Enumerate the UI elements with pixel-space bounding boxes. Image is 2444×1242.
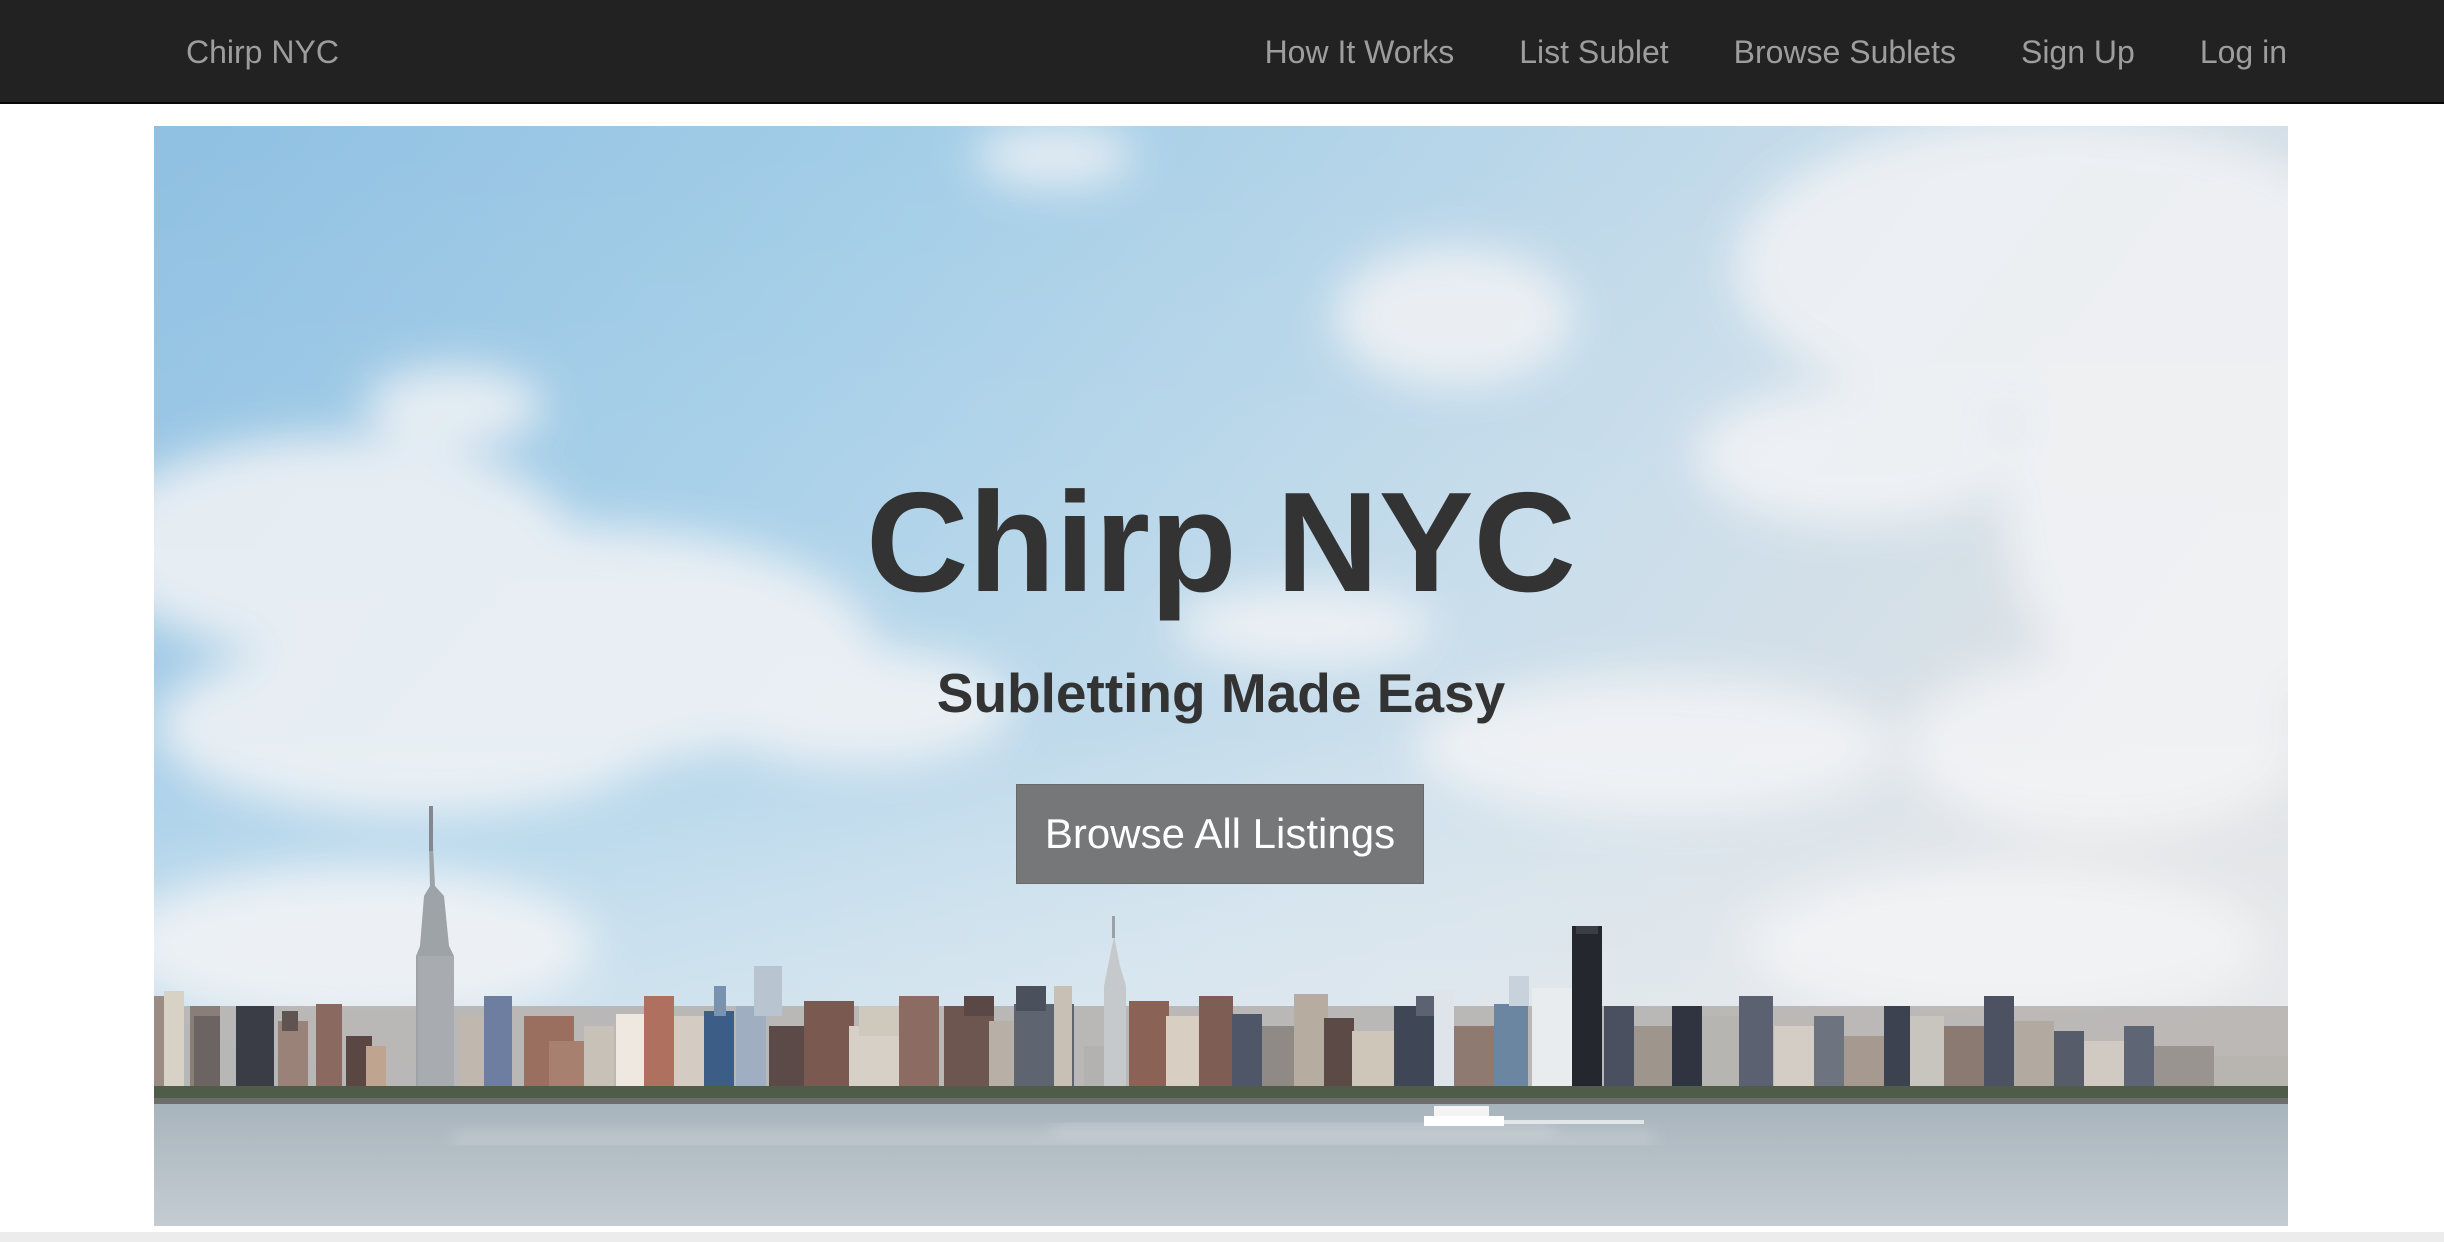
hero-section: Chirp NYC Subletting Made Easy Browse Al… [154, 126, 2288, 1226]
nav-link-sign-up[interactable]: Sign Up [2021, 30, 2135, 74]
browse-all-listings-button[interactable]: Browse All Listings [1016, 784, 1424, 884]
hero-content: Chirp NYC Subletting Made Easy Browse Al… [154, 126, 2288, 1226]
nav-link-log-in[interactable]: Log in [2200, 30, 2287, 74]
navbar: Chirp NYC How It Works List Sublet Brows… [0, 0, 2444, 104]
nav-links: How It Works List Sublet Browse Sublets … [1265, 30, 2287, 74]
hero-title: Chirp NYC [866, 463, 1576, 622]
nav-link-browse-sublets[interactable]: Browse Sublets [1734, 30, 1956, 74]
hero-subtitle: Subletting Made Easy [936, 662, 1506, 724]
nav-link-how-it-works[interactable]: How It Works [1265, 30, 1455, 74]
nav-link-list-sublet[interactable]: List Sublet [1519, 30, 1668, 74]
brand-link[interactable]: Chirp NYC [186, 30, 339, 74]
page-bottom-edge [0, 1232, 2444, 1242]
